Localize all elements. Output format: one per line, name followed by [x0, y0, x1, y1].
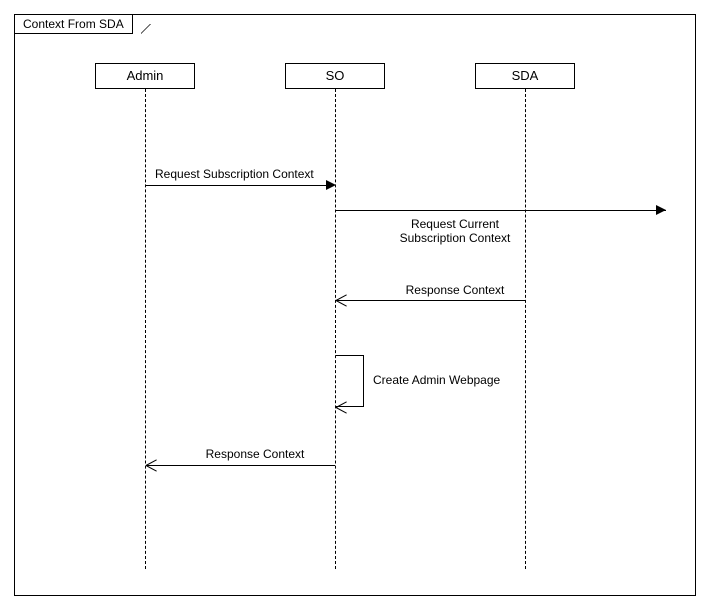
msg-request-subscription-context	[146, 185, 326, 186]
arrowhead-open-icon	[336, 294, 348, 306]
arrowhead-open-icon	[336, 401, 348, 413]
msg-request-current-subscription-context	[336, 210, 666, 211]
lifeline-sda: SDA	[475, 63, 575, 89]
msg-label: Create Admin Webpage	[373, 373, 533, 387]
msg-response-context-1	[336, 300, 525, 301]
lifeline-admin: Admin	[95, 63, 195, 89]
diagram-frame: Context From SDA Admin SO SDA Request Su…	[14, 14, 696, 596]
arrowhead-icon	[656, 205, 666, 215]
arrowhead-icon	[326, 180, 336, 190]
lifeline-sda-line	[525, 89, 526, 569]
msg-label: Response Context	[185, 447, 325, 461]
msg-label: Response Context	[385, 283, 525, 297]
frame-title: Context From SDA	[14, 14, 133, 34]
msg-response-context-2	[146, 465, 335, 466]
lifeline-so: SO	[285, 63, 385, 89]
frame-notch-icon	[141, 24, 151, 34]
lifeline-admin-line	[145, 89, 146, 569]
sequence-diagram: Context From SDA Admin SO SDA Request Su…	[0, 0, 710, 610]
lifeline-so-line	[335, 89, 336, 569]
arrowhead-open-icon	[146, 459, 158, 471]
msg-label: Request Subscription Context	[155, 167, 335, 181]
msg-create-admin-webpage	[336, 355, 364, 407]
msg-label: Request Current Subscription Context	[375, 217, 535, 245]
